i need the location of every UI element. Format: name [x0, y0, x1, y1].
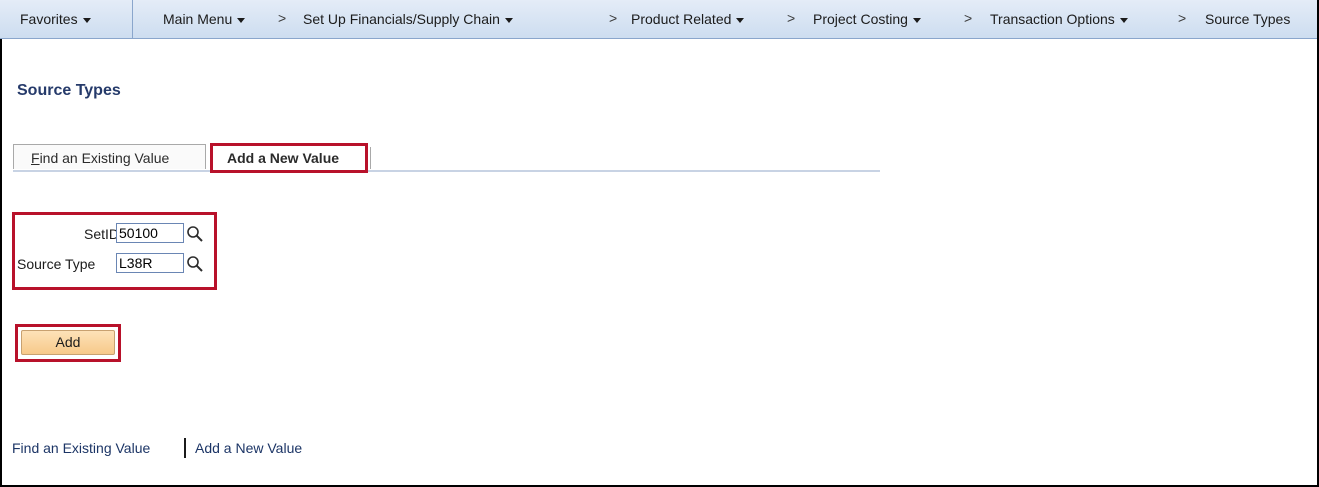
chevron-down-icon — [912, 17, 921, 23]
chevron-down-icon — [736, 17, 745, 23]
main-menu-label: Main Menu — [163, 11, 233, 27]
setid-field[interactable] — [116, 223, 184, 243]
add-new-value-link[interactable]: Add a New Value — [195, 440, 302, 456]
setid-label: SetID — [84, 226, 120, 242]
favorites-label: Favorites — [20, 11, 78, 27]
tab-label: ind an Existing Value — [39, 150, 170, 166]
breadcrumb-separator-icon: > — [609, 10, 618, 26]
chevron-down-icon — [1119, 17, 1128, 23]
breadcrumb-product-related[interactable]: Product Related — [631, 11, 745, 27]
source-type-label: Source Type — [17, 256, 96, 272]
tab-find-existing-value[interactable]: Find an Existing Value — [13, 144, 206, 169]
chevron-down-icon — [82, 17, 91, 23]
link-separator — [184, 438, 186, 458]
breadcrumb-separator-icon: > — [1178, 10, 1187, 26]
tab-add-new-value[interactable]: Add a New Value — [210, 143, 368, 173]
chevron-down-icon — [504, 17, 513, 23]
search-icon[interactable] — [186, 255, 204, 273]
source-type-field[interactable] — [116, 253, 184, 273]
breadcrumb-setup-financials[interactable]: Set Up Financials/Supply Chain — [303, 11, 513, 27]
breadcrumb-project-costing[interactable]: Project Costing — [813, 11, 921, 27]
breadcrumb-label: Product Related — [631, 11, 732, 27]
search-icon[interactable] — [186, 225, 204, 243]
breadcrumb-separator-icon: > — [964, 10, 973, 26]
find-existing-value-link[interactable]: Find an Existing Value — [12, 440, 150, 456]
breadcrumb-label: Project Costing — [813, 11, 908, 27]
breadcrumb-label: Source Types — [1205, 11, 1291, 27]
chevron-down-icon — [237, 17, 246, 23]
tab-accesskey: F — [31, 150, 40, 166]
breadcrumb-label: Set Up Financials/Supply Chain — [303, 11, 500, 27]
key-fields-highlight — [12, 212, 217, 290]
breadcrumb-transaction-options[interactable]: Transaction Options — [990, 11, 1128, 27]
tab-underline — [13, 170, 880, 172]
favorites-menu[interactable]: Favorites — [20, 11, 91, 27]
add-button[interactable]: Add — [21, 330, 115, 355]
breadcrumb-label: Transaction Options — [990, 11, 1115, 27]
tab-divider — [370, 147, 371, 169]
page-title: Source Types — [17, 82, 121, 99]
main-menu[interactable]: Main Menu — [163, 11, 246, 27]
breadcrumb-separator-icon: > — [787, 10, 796, 26]
breadcrumb-separator-icon: > — [278, 10, 287, 26]
breadcrumb-source-types[interactable]: Source Types — [1205, 11, 1290, 27]
navigation-bar: Favorites Main Menu > Set Up Financials/… — [0, 0, 1317, 39]
nav-divider — [132, 0, 133, 38]
